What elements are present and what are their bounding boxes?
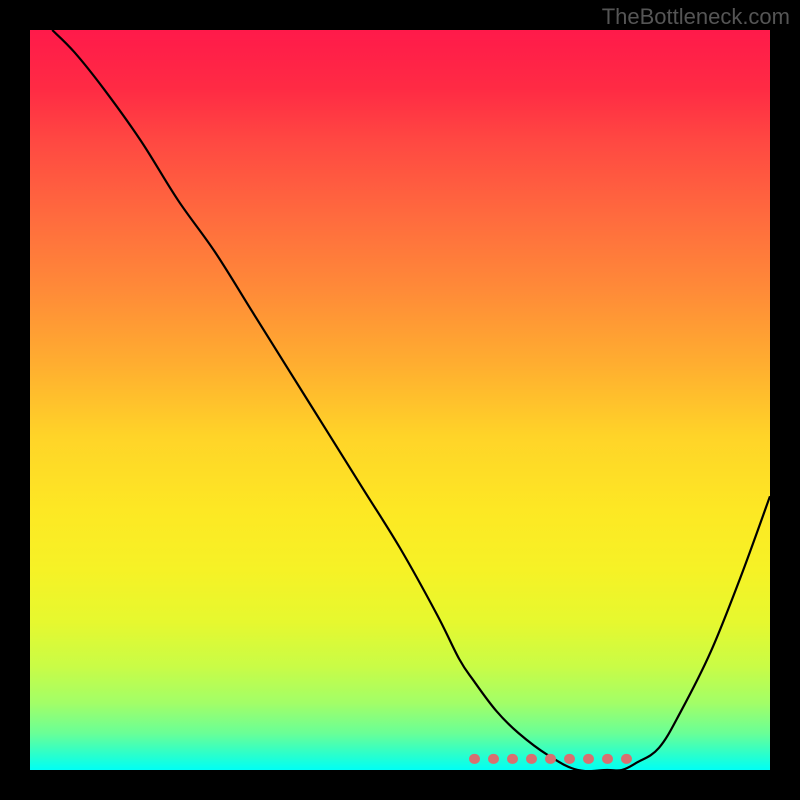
plot-area [30,30,770,770]
chart-svg [30,30,770,770]
watermark-text: TheBottleneck.com [602,4,790,30]
bottleneck-curve [52,30,770,770]
